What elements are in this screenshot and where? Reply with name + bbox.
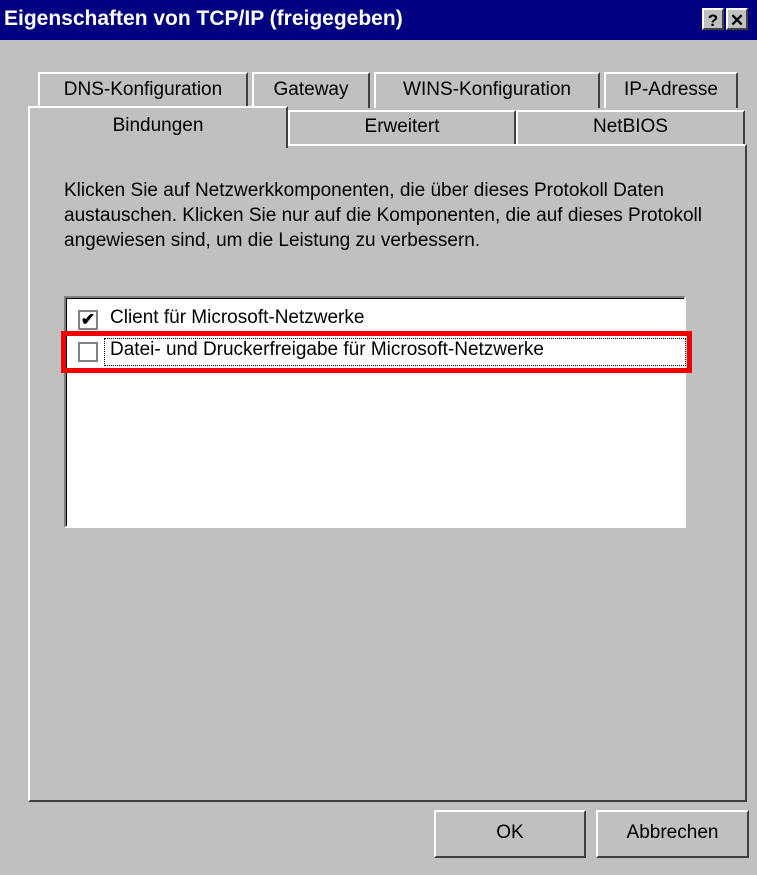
title-bar: Eigenschaften von TCP/IP (freigegeben) ?… — [0, 0, 757, 40]
cancel-button[interactable]: Abbrechen — [596, 810, 749, 858]
tab-netbios[interactable]: NetBIOS — [516, 110, 745, 144]
help-button[interactable]: ? — [702, 8, 724, 30]
list-item-label: Client für Microsoft-Netzwerke — [110, 307, 365, 328]
tab-label: DNS-Konfiguration — [63, 79, 223, 100]
tab-label: Gateway — [273, 79, 349, 100]
description-text: Klicken Sie auf Netzwerkkomponenten, die… — [64, 180, 702, 251]
help-icon: ? — [707, 11, 719, 30]
close-icon: ✕ — [729, 11, 745, 30]
tab-label: IP-Adresse — [624, 79, 718, 100]
highlight-box — [61, 331, 692, 373]
tab-dns-konfiguration[interactable]: DNS-Konfiguration — [38, 72, 248, 108]
tab-gateway[interactable]: Gateway — [252, 72, 370, 108]
cancel-button-label: Abbrechen — [626, 822, 719, 843]
window-title: Eigenschaften von TCP/IP (freigegeben) — [4, 7, 403, 30]
tab-wins-konfiguration[interactable]: WINS-Konfiguration — [374, 72, 600, 108]
tab-label: WINS-Konfiguration — [403, 79, 571, 100]
close-button[interactable]: ✕ — [726, 8, 748, 30]
ok-button-label: OK — [496, 822, 524, 843]
ok-button[interactable]: OK — [434, 810, 586, 858]
tab-erweitert[interactable]: Erweitert — [288, 110, 516, 144]
tab-ip-adresse[interactable]: IP-Adresse — [604, 72, 738, 108]
list-item-client[interactable]: ✔ Client für Microsoft-Netzwerke — [78, 306, 678, 334]
tab-label: Erweitert — [364, 116, 440, 137]
checkbox-client[interactable]: ✔ — [78, 310, 98, 330]
tab-label: NetBIOS — [593, 116, 668, 137]
tab-label: Bindungen — [112, 115, 204, 136]
tab-bindungen[interactable]: Bindungen — [28, 106, 288, 148]
